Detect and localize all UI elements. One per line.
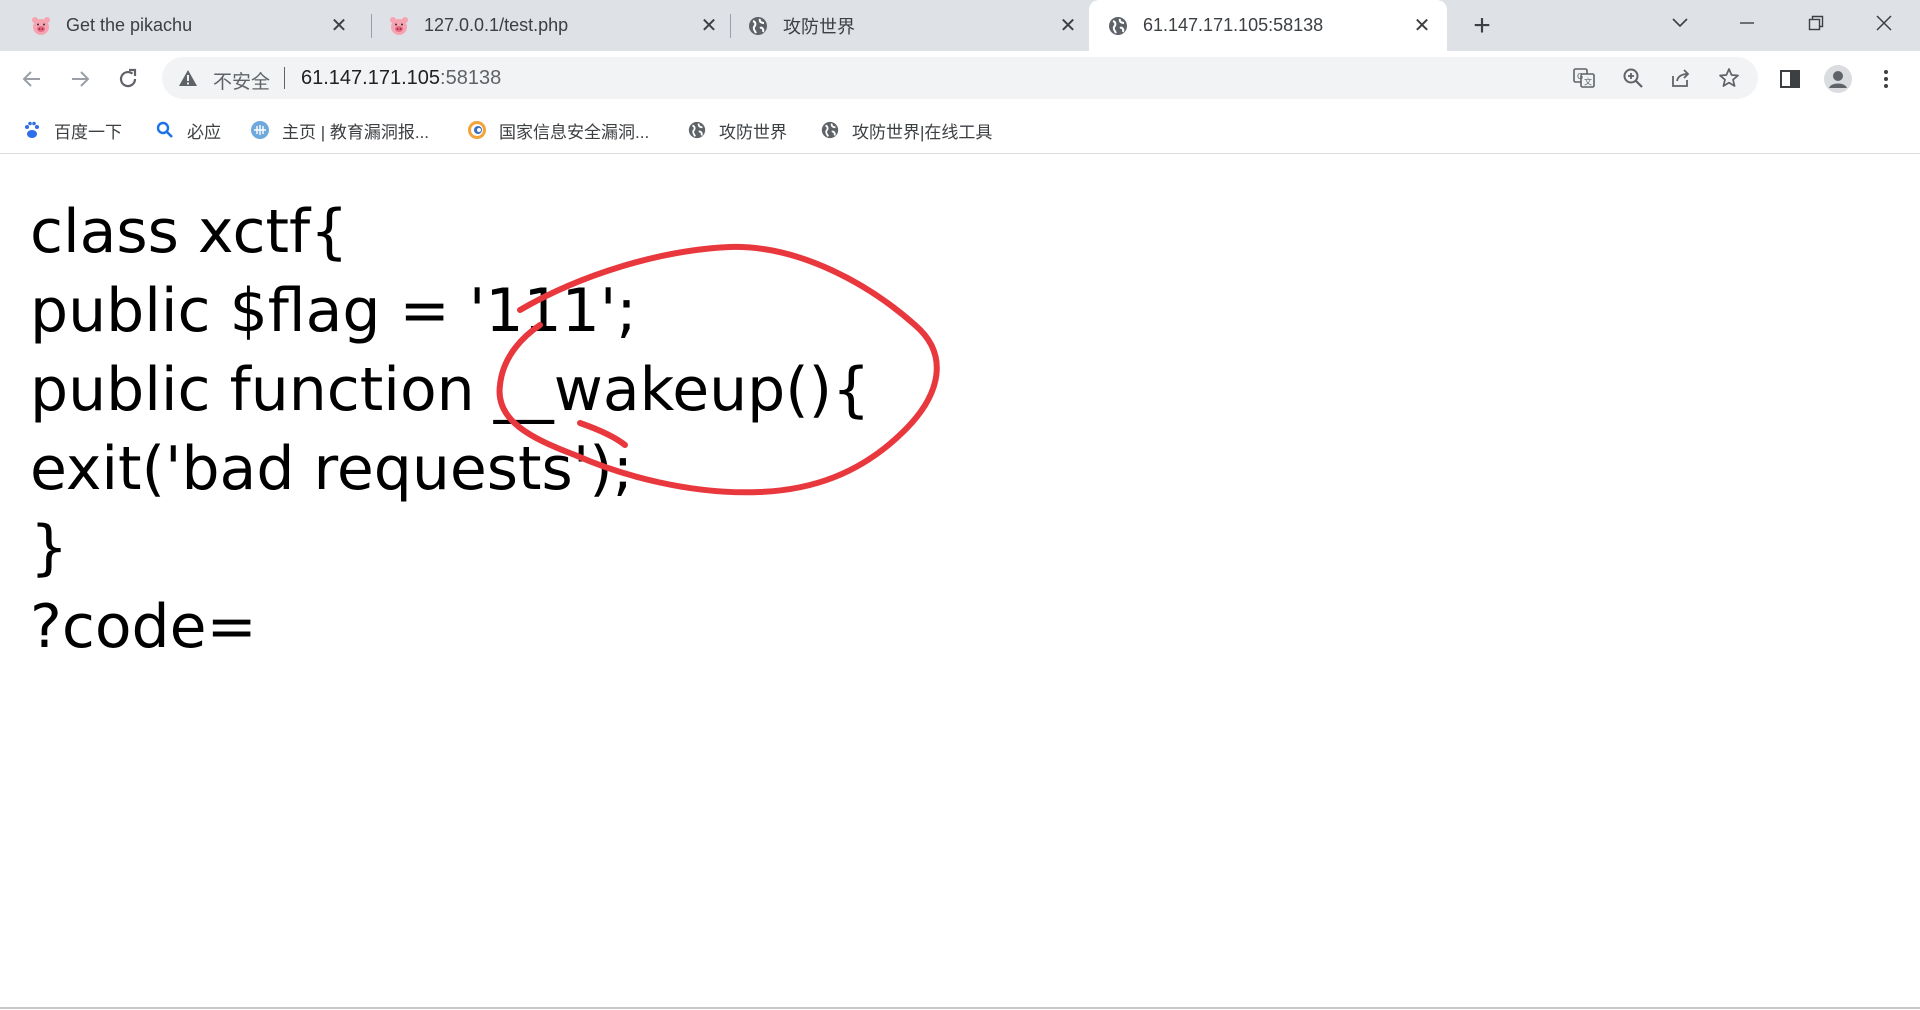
- side-panel-icon[interactable]: [1774, 63, 1806, 95]
- code-line: public $flag = '111';: [30, 276, 637, 346]
- close-icon[interactable]: ✕: [1057, 15, 1079, 37]
- restore-icon[interactable]: [1798, 8, 1834, 38]
- translate-icon[interactable]: G 文: [1572, 66, 1596, 90]
- url-port: :58138: [440, 67, 502, 89]
- forward-arrow-icon[interactable]: [64, 63, 96, 95]
- bookmark-gongfang-tools[interactable]: 攻防世界|在线工具: [820, 116, 992, 144]
- cnvd-icon: [468, 121, 486, 139]
- edusrc-icon: [251, 121, 269, 139]
- bookmark-label: 攻防世界: [719, 122, 787, 142]
- code-line: public function __wakeup(){: [30, 355, 871, 425]
- page-content: class xctf{ public $flag = '111'; public f…: [0, 155, 1920, 1010]
- bookmark-label: 国家信息安全漏洞...: [499, 122, 650, 142]
- bookmark-label: 必应: [187, 122, 221, 142]
- new-tab-button[interactable]: +: [1466, 9, 1498, 42]
- pig-icon: [32, 16, 50, 35]
- address-bar[interactable]: 不安全 61.147.171.105:58138 G 文: [162, 57, 1758, 99]
- not-secure-label[interactable]: 不安全: [213, 67, 270, 94]
- close-icon[interactable]: ✕: [328, 15, 350, 37]
- php-source-text: class xctf{ public $flag = '111'; public f…: [30, 193, 870, 667]
- bookmark-edusrc[interactable]: 主页 | 教育漏洞报...: [250, 116, 429, 144]
- code-line: exit('bad requests');: [30, 434, 633, 504]
- url-host: 61.147.171.105: [301, 67, 441, 89]
- svg-text:G: G: [1577, 72, 1583, 81]
- svg-text:文: 文: [1584, 77, 1592, 87]
- close-icon[interactable]: ✕: [698, 15, 720, 37]
- share-icon[interactable]: [1669, 66, 1693, 90]
- pig-icon: [390, 16, 408, 35]
- tab-strip: Get the pikachu ✕ 127.0.0.1/test.php ✕ 攻…: [0, 0, 1920, 51]
- bookmarks-bar: 百度一下 必应 主页 | 教育漏洞报... 国家信息安全漏洞... 攻防世界 攻…: [0, 106, 1920, 154]
- code-line: ?code=: [30, 592, 257, 662]
- tab-gongfang[interactable]: 攻防世界 ✕: [731, 0, 1089, 51]
- warning-triangle-icon[interactable]: [178, 68, 198, 88]
- bookmark-label: 攻防世界|在线工具: [852, 122, 993, 142]
- reload-icon[interactable]: [112, 63, 144, 95]
- baidu-paw-icon: [25, 121, 39, 138]
- globe-icon: [688, 121, 706, 139]
- back-arrow-icon[interactable]: [16, 63, 48, 95]
- window-close-icon[interactable]: [1866, 8, 1902, 38]
- zoom-icon[interactable]: [1621, 66, 1645, 90]
- search-icon: [156, 121, 173, 138]
- bookmark-label: 百度一下: [54, 122, 122, 142]
- globe-icon: [749, 16, 767, 35]
- tab-get-the-pikachu[interactable]: Get the pikachu ✕: [0, 0, 370, 51]
- minimize-icon[interactable]: [1729, 8, 1765, 38]
- tab-title: 61.147.171.105:58138: [1143, 15, 1324, 35]
- globe-icon: [821, 121, 839, 139]
- window-bottom-border: [0, 1007, 1920, 1009]
- bookmark-star-icon[interactable]: [1717, 66, 1741, 90]
- close-icon[interactable]: ✕: [1411, 15, 1433, 37]
- code-line: class xctf{: [30, 197, 349, 267]
- omnibox-divider: [284, 67, 285, 89]
- tab-search-chevron-icon[interactable]: [1662, 8, 1698, 38]
- bookmark-cnvd[interactable]: 国家信息安全漏洞...: [467, 116, 649, 144]
- tab-title: 攻防世界: [783, 16, 855, 37]
- tab-title: Get the pikachu: [66, 15, 193, 35]
- bookmark-gongfang[interactable]: 攻防世界: [687, 116, 787, 144]
- browser-toolbar: 不安全 61.147.171.105:58138 G 文: [0, 51, 1920, 106]
- bookmark-label: 主页 | 教育漏洞报...: [282, 122, 430, 142]
- tab-test-php[interactable]: 127.0.0.1/test.php ✕: [372, 0, 730, 51]
- tab-title: 127.0.0.1/test.php: [424, 15, 569, 35]
- kebab-menu-icon[interactable]: [1870, 63, 1902, 95]
- profile-avatar-icon[interactable]: [1822, 63, 1854, 95]
- code-line: }: [30, 513, 69, 583]
- bookmark-baidu[interactable]: 百度一下: [22, 116, 122, 144]
- globe-icon: [1109, 16, 1127, 35]
- tab-active-61-147[interactable]: 61.147.171.105:58138 ✕: [1089, 0, 1447, 51]
- url-text[interactable]: 61.147.171.105:58138: [301, 67, 501, 90]
- bookmark-bing[interactable]: 必应: [155, 116, 221, 144]
